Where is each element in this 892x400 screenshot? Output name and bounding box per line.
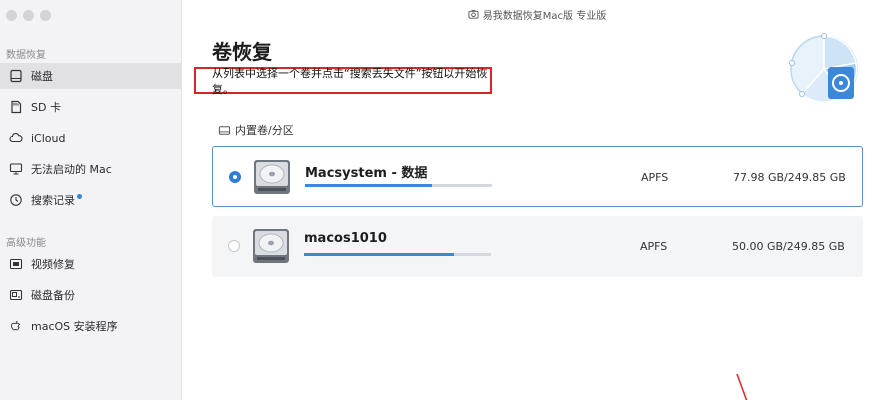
sidebar-item-sd-card[interactable]: SD 卡 bbox=[0, 94, 182, 120]
volume-filesystem: APFS bbox=[640, 240, 668, 253]
sidebar-item-search-history[interactable]: 搜索记录 bbox=[0, 187, 182, 213]
volume-size: 77.98 GB/249.85 GB bbox=[733, 171, 846, 184]
annotation-arrow-line bbox=[736, 374, 748, 400]
section-label-advanced: 高级功能 bbox=[6, 238, 46, 249]
page-title: 卷恢复 bbox=[212, 40, 272, 64]
sidebar-item-disk[interactable]: 磁盘 bbox=[0, 63, 182, 89]
history-icon bbox=[8, 192, 24, 208]
minimize-window-button[interactable] bbox=[23, 10, 34, 21]
sidebar-item-label: 搜索记录 bbox=[31, 194, 75, 207]
volume-usage-bar bbox=[304, 253, 491, 256]
sidebar-item-label: 磁盘 bbox=[31, 70, 53, 83]
volume-size: 50.00 GB/249.85 GB bbox=[732, 240, 845, 253]
window-controls bbox=[6, 10, 51, 21]
sidebar-item-label: iCloud bbox=[31, 131, 66, 145]
sidebar-item-disk-backup[interactable]: 磁盘备份 bbox=[0, 282, 182, 308]
section-label-recovery: 数据恢复 bbox=[6, 50, 46, 61]
volume-usage-bar bbox=[305, 184, 492, 187]
apple-icon bbox=[8, 318, 24, 334]
sidebar-item-video-repair[interactable]: 视频修复 bbox=[0, 251, 182, 277]
zoom-window-button[interactable] bbox=[40, 10, 51, 21]
volume-filesystem: APFS bbox=[641, 171, 669, 184]
volume-radio[interactable] bbox=[228, 240, 240, 252]
disk-icon bbox=[8, 68, 24, 84]
sidebar-item-macos-installer[interactable]: macOS 安装程序 bbox=[0, 313, 182, 339]
cloud-icon bbox=[8, 130, 24, 146]
sidebar-item-label: macOS 安装程序 bbox=[31, 320, 118, 333]
volume-usage-fill bbox=[304, 253, 454, 256]
volume-radio[interactable] bbox=[229, 171, 241, 183]
recovery-pie-illustration-icon bbox=[789, 33, 858, 103]
volume-group-header: 内置卷/分区 bbox=[218, 122, 294, 138]
sidebar-item-label: 磁盘备份 bbox=[31, 289, 75, 302]
volume-name: Macsystem - 数据 bbox=[305, 166, 428, 181]
sidebar-item-label: SD 卡 bbox=[31, 101, 61, 114]
hard-drive-icon bbox=[254, 160, 290, 194]
volume-name: macos1010 bbox=[304, 231, 387, 246]
group-label: 内置卷/分区 bbox=[235, 124, 294, 137]
volume-usage-fill bbox=[305, 184, 433, 187]
sd-card-icon bbox=[8, 99, 24, 115]
backup-icon bbox=[8, 287, 24, 303]
sidebar: 数据恢复 磁盘 SD 卡 iCloud 无法启动的 Mac 搜索记录 高级功能 … bbox=[0, 0, 182, 400]
internal-drive-icon bbox=[218, 124, 235, 137]
sidebar-item-unbootable-mac[interactable]: 无法启动的 Mac bbox=[0, 156, 182, 182]
video-icon bbox=[8, 256, 24, 272]
new-badge-dot bbox=[77, 193, 82, 199]
title-bar: 易我数据恢复Mac版 专业版 bbox=[182, 0, 892, 28]
app-window: 数据恢复 磁盘 SD 卡 iCloud 无法启动的 Mac 搜索记录 高级功能 … bbox=[0, 0, 892, 400]
app-logo-icon bbox=[468, 9, 483, 20]
sidebar-item-label: 无法启动的 Mac bbox=[31, 163, 112, 176]
instruction-callout: 从列表中选择一个卷并点击“搜索丢失文件”按钮以开始恢复。 bbox=[194, 66, 492, 96]
sidebar-item-label: 视频修复 bbox=[31, 258, 75, 271]
volume-row[interactable]: Macsystem - 数据 APFS 77.98 GB/249.85 GB bbox=[212, 146, 863, 207]
volume-row[interactable]: macos1010 APFS 50.00 GB/249.85 GB bbox=[212, 216, 863, 277]
sidebar-item-icloud[interactable]: iCloud bbox=[0, 125, 182, 151]
hard-drive-icon bbox=[253, 229, 289, 263]
instruction-text: 从列表中选择一个卷并点击“搜索丢失文件”按钮以开始恢复。 bbox=[212, 66, 488, 96]
close-window-button[interactable] bbox=[6, 10, 17, 21]
mac-icon bbox=[8, 161, 24, 177]
window-title: 易我数据恢复Mac版 专业版 bbox=[482, 10, 607, 22]
